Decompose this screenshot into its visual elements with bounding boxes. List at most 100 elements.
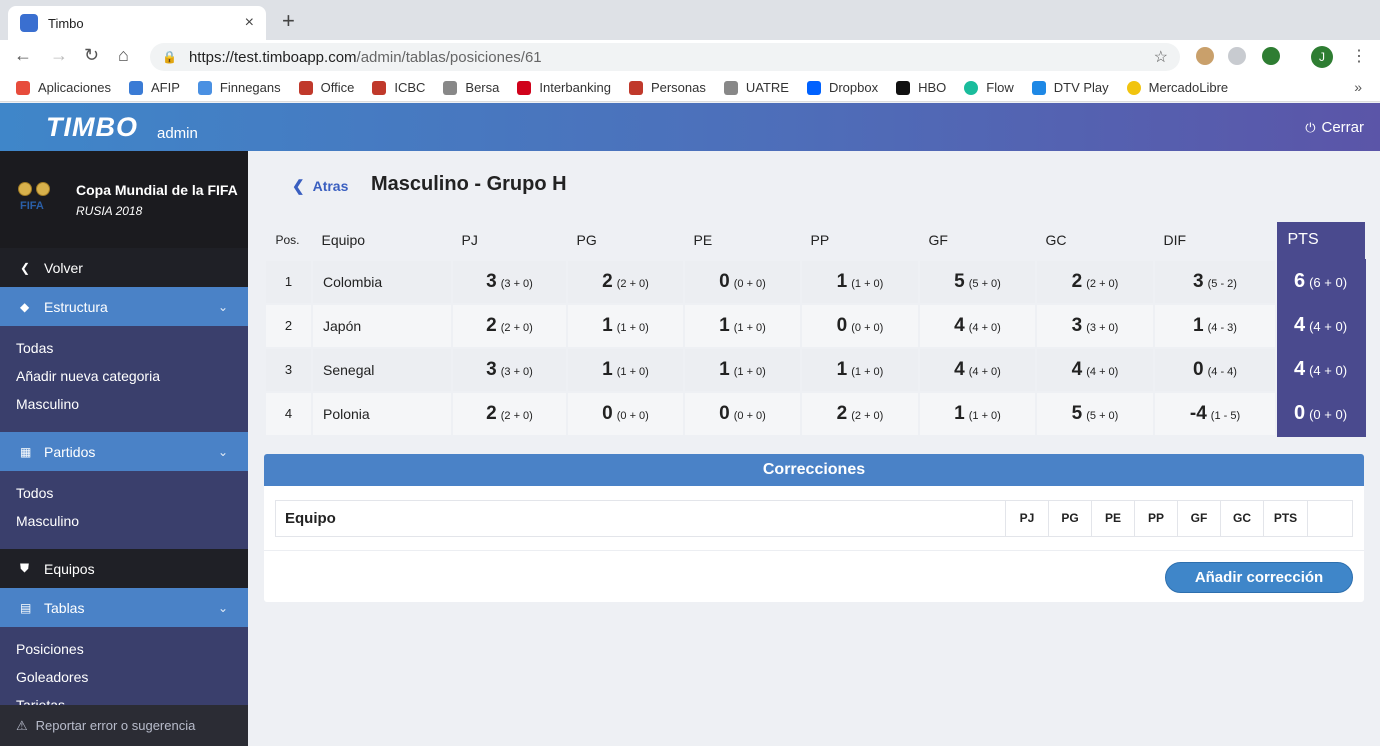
timbo-logo[interactable]: TIMBO — [46, 112, 138, 143]
bookmark-item[interactable]: DTV Play — [1031, 80, 1109, 95]
sidebar-item-partidos[interactable]: ▦ Partidos ⌄ — [0, 432, 248, 471]
points-cell: 4 (4 + 0) — [1275, 302, 1366, 349]
stat-value: 0 — [719, 270, 730, 292]
sidebar-link-masculino[interactable]: Masculino — [16, 394, 248, 422]
bookmark-item[interactable]: Aplicaciones — [16, 80, 111, 95]
bookmark-item[interactable]: AFIP — [129, 80, 180, 95]
corrections-table-header: Equipo PJ PG PE PP GF GC PTS — [275, 500, 1353, 537]
report-error-link[interactable]: ⚠ Reportar error o sugerencia — [0, 705, 248, 746]
column-header: Equipo — [276, 501, 1006, 536]
bookmark-item[interactable]: UATRE — [723, 80, 789, 95]
bookmark-item[interactable]: ICBC — [372, 80, 425, 95]
stat-breakdown: (4 + 0) — [968, 365, 1001, 378]
sidebar: FIFA Copa Mundial de la FIFA RUSIA 2018 … — [0, 151, 248, 746]
mercadolibre-icon — [1126, 80, 1141, 95]
stat-cell: 2 (2 + 0) — [566, 258, 685, 305]
column-header: DIF — [1153, 221, 1277, 260]
ball-icon — [18, 181, 32, 196]
calendar-icon: ▦ — [20, 444, 32, 459]
sidebar-link-todos[interactable]: Todos — [16, 483, 248, 511]
home-icon[interactable]: ⌂ — [118, 45, 129, 66]
table-icon: ▤ — [20, 600, 32, 615]
bookmark-item[interactable]: MercadoLibre — [1126, 80, 1228, 95]
stat-cell: 2 (2 + 0) — [1035, 258, 1155, 305]
fifa-logo: FIFA — [16, 180, 56, 220]
stat-cell: 1 (1 + 0) — [566, 302, 685, 349]
sidebar-item-volver[interactable]: ❮ Volver — [0, 248, 248, 287]
team-cell: Senegal — [311, 346, 453, 393]
sidebar-link-posiciones[interactable]: Posiciones — [16, 639, 248, 667]
new-tab-button[interactable]: + — [282, 8, 295, 34]
cloud-extension-icon[interactable] — [1228, 47, 1246, 65]
bookmark-item[interactable]: Personas — [628, 80, 706, 95]
corrections-panel: Correcciones Equipo PJ PG PE PP GF GC PT… — [264, 454, 1364, 602]
points-breakdown: (0 + 0) — [1309, 407, 1348, 422]
stat-value: 4 — [954, 314, 965, 336]
stat-cell: 0 (0 + 0) — [566, 390, 685, 437]
bookmark-item[interactable]: Bersa — [443, 80, 499, 95]
bookmark-star-icon[interactable]: ☆ — [1154, 47, 1168, 67]
back-arrow-icon[interactable]: ← — [14, 45, 32, 66]
bookmark-item[interactable]: Finnegans — [197, 80, 281, 95]
sidebar-link-goleadores[interactable]: Goleadores — [16, 667, 248, 695]
bookmark-item[interactable]: Flow — [964, 80, 1014, 95]
browser-tab[interactable]: Timbo × — [8, 6, 266, 40]
stat-breakdown: (2 + 0) — [1086, 277, 1119, 290]
browser-menu-icon[interactable]: ⋮ — [1351, 46, 1367, 66]
stat-value: 2 — [1071, 270, 1083, 292]
column-header: Pos. — [264, 221, 313, 260]
personas-icon — [628, 80, 643, 95]
sidebar-item-estructura[interactable]: ◆ Estructura ⌄ — [0, 287, 248, 326]
stat-value: 0 — [602, 402, 613, 424]
bookmark-item[interactable]: Interbanking — [517, 80, 611, 95]
sidebar-item-tablas[interactable]: ▤ Tablas ⌄ — [0, 588, 248, 627]
back-link[interactable]: ❮ Atras — [292, 177, 348, 195]
team-cell: Polonia — [311, 390, 453, 437]
stat-value: 3 — [1071, 314, 1083, 336]
bookmark-item[interactable]: Dropbox — [806, 80, 878, 95]
stat-value: 1 — [719, 358, 730, 380]
add-correction-button[interactable]: Añadir corrección — [1165, 562, 1353, 593]
sidebar-link-nueva-categoria[interactable]: Añadir nueva categoria — [16, 366, 248, 394]
address-bar[interactable]: 🔒 https://test.timboapp.com/admin/tablas… — [150, 43, 1180, 71]
profile-avatar[interactable]: J — [1311, 46, 1333, 68]
stat-breakdown: (1 + 0) — [616, 321, 649, 334]
column-header: Equipo — [311, 221, 453, 260]
sidebar-link-todas[interactable]: Todas — [16, 338, 248, 366]
extension-off-icon[interactable] — [1196, 47, 1214, 65]
app-header: TIMBO admin ⏻ Cerrar — [0, 103, 1380, 151]
chevron-left-icon: ❮ — [20, 260, 31, 275]
position-cell: 4 — [264, 390, 313, 437]
sidebar-link-masculino[interactable]: Masculino — [16, 511, 248, 539]
more-bookmarks-icon[interactable]: » — [1354, 79, 1362, 95]
stat-value: 0 — [836, 314, 848, 336]
page-icon — [723, 80, 738, 95]
reload-icon[interactable]: ↻ — [84, 45, 99, 66]
stat-breakdown: (1 - 5) — [1210, 409, 1241, 422]
forward-arrow-icon[interactable]: → — [50, 45, 68, 66]
logout-button[interactable]: ⏻ Cerrar — [1305, 119, 1364, 136]
stat-cell: 1 (1 + 0) — [566, 346, 685, 393]
power-icon: ⏻ — [1305, 119, 1316, 135]
stat-value: 1 — [836, 358, 848, 380]
stat-cell: 1 (1 + 0) — [918, 390, 1037, 437]
stat-cell: 0 (0 + 0) — [683, 258, 802, 305]
stat-breakdown: (3 + 0) — [500, 365, 533, 378]
column-header: PG — [1049, 501, 1092, 536]
stat-cell: 1 (1 + 0) — [683, 346, 802, 393]
extension-icon[interactable] — [1262, 47, 1280, 65]
chevron-down-icon: ⌄ — [217, 600, 228, 615]
column-header: GF — [1178, 501, 1221, 536]
stat-value: 2 — [486, 314, 497, 336]
points-value: 4 — [1293, 358, 1306, 380]
fifa-mark: FIFA — [20, 199, 44, 212]
bookmark-item[interactable]: Office — [298, 80, 354, 95]
sidebar-item-equipos[interactable]: ⛊ Equipos — [0, 549, 248, 588]
estructura-submenu: Todas Añadir nueva categoria Masculino — [0, 326, 248, 432]
close-tab-icon[interactable]: × — [245, 14, 254, 32]
shield-icon: ⛊ — [20, 561, 30, 575]
bookmark-item[interactable]: HBO — [896, 80, 946, 95]
stat-breakdown: (3 + 0) — [500, 277, 533, 290]
stat-breakdown: (0 + 0) — [733, 409, 766, 422]
stat-value: 3 — [486, 270, 497, 292]
